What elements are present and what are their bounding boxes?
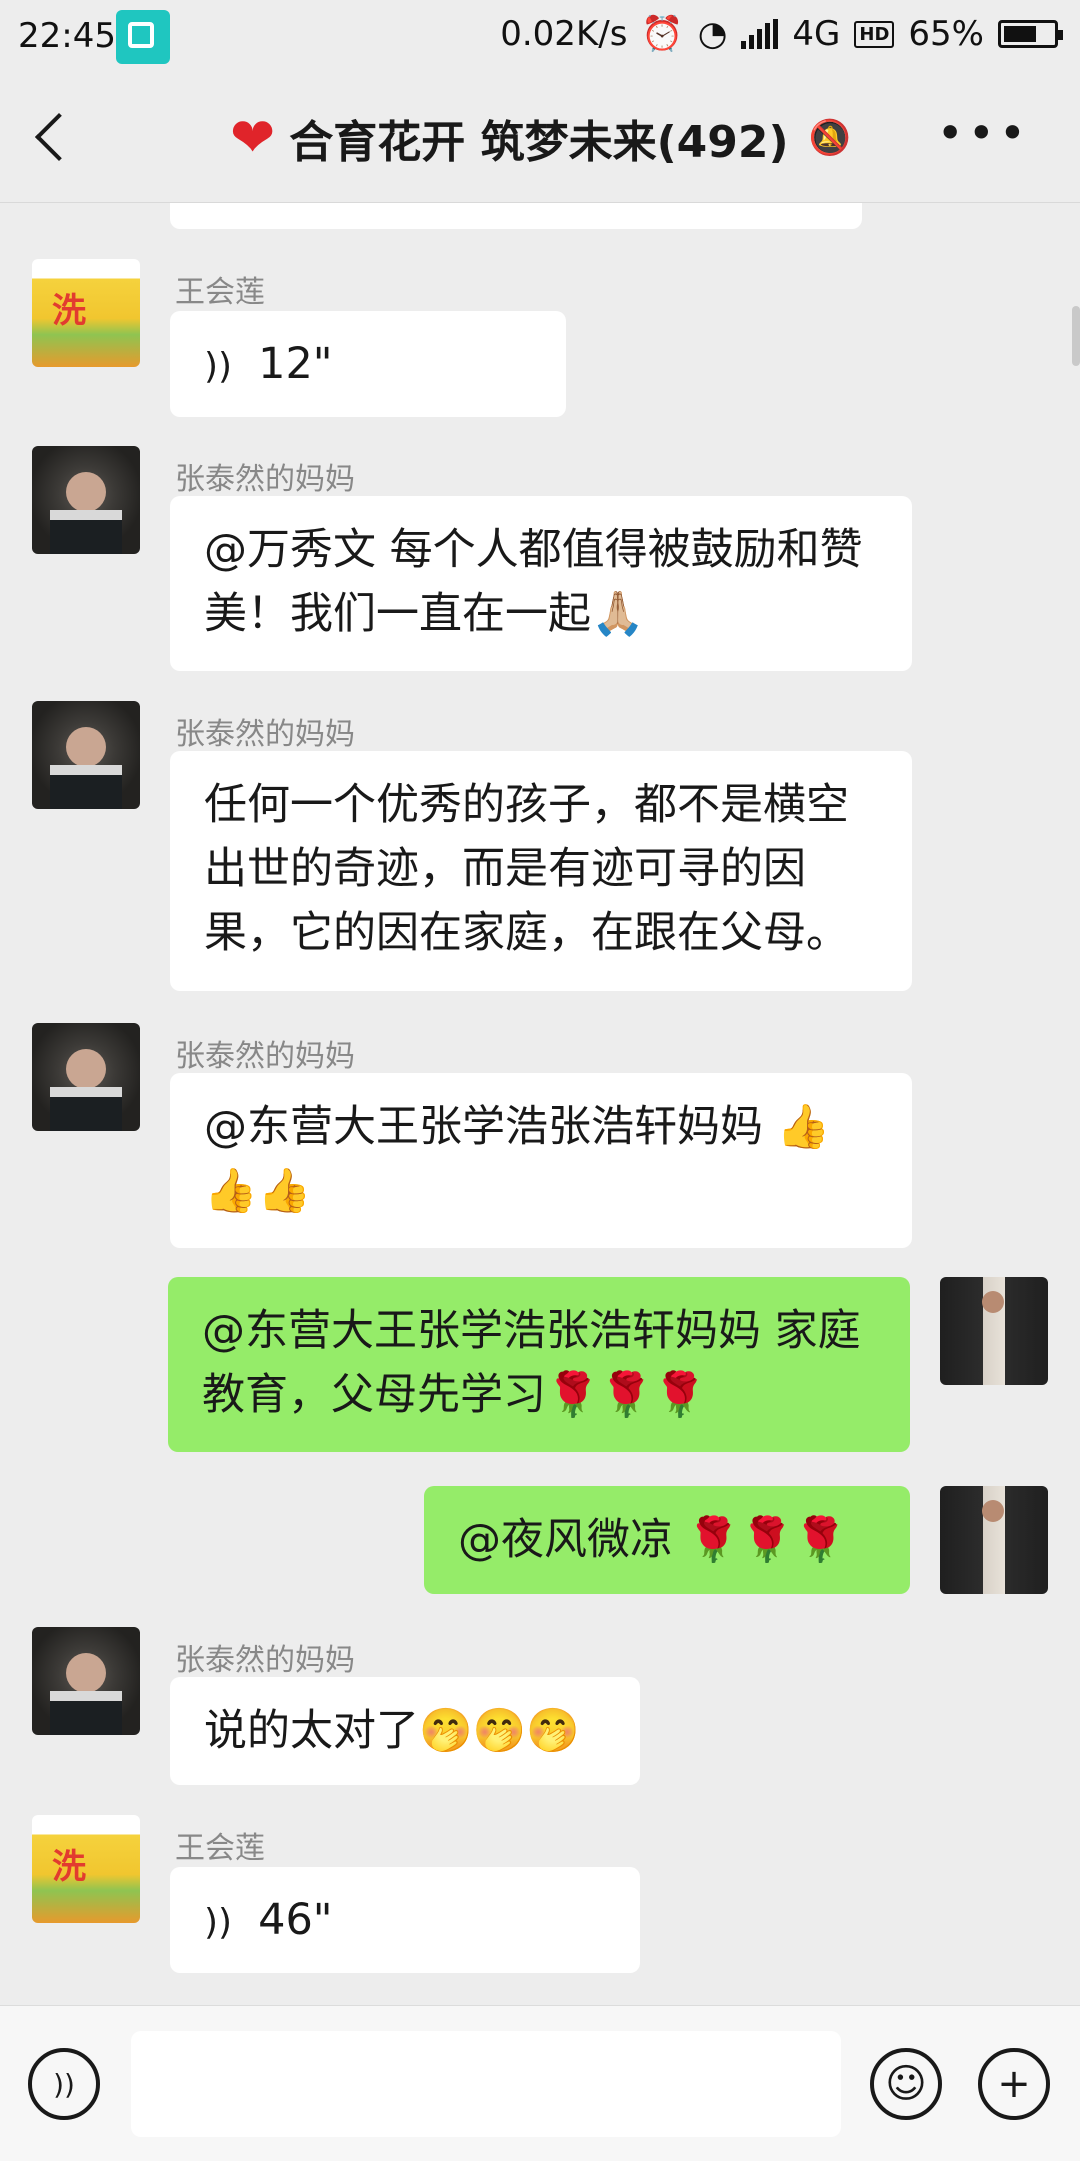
emoji-icon: ☺ [885,2061,927,2107]
battery-percent: 65% [908,14,984,54]
alarm-icon: ⏰ [641,14,684,54]
list-item: 王会莲 )) 46" [0,1815,1080,1985]
message-bubble[interactable]: @万秀文 每个人都值得被鼓励和赞美！我们一直在一起🙏🏼 [170,496,912,671]
signal-icon [741,19,779,49]
avatar[interactable] [32,701,140,809]
list-item: 张泰然的妈妈 说的太对了🤭🤭🤭 [0,1627,1080,1797]
emoji-button[interactable]: ☺ [870,2048,942,2120]
sender-name: 张泰然的妈妈 [175,462,355,497]
my-message-bubble[interactable]: @夜风微凉 🌹🌹🌹 [424,1486,910,1594]
voice-message-bubble[interactable]: )) 12" [170,311,566,417]
status-bar: 22:45 0.02K/s ⏰ ◔ 4G HD 65% [0,0,1080,76]
list-item: 王会莲 )) 12" [0,259,1080,419]
message-bubble[interactable]: 任何一个优秀的孩子，都不是横空出世的奇迹，而是有迹可寻的因果，它的因在家庭，在跟… [170,751,912,991]
plus-button[interactable]: + [978,2048,1050,2120]
list-item: 张泰然的妈妈 @万秀文 每个人都值得被鼓励和赞美！我们一直在一起🙏🏼 [0,446,1080,676]
list-item: 张泰然的妈妈 @东营大王张学浩张浩轩妈妈 👍👍👍 [0,1023,1080,1253]
sender-name: 张泰然的妈妈 [175,1643,355,1678]
input-bar: )) ☺ + [0,2005,1080,2161]
my-message-bubble[interactable]: @东营大王张学浩张浩轩妈妈 家庭教育，父母先学习🌹🌹🌹 [168,1277,910,1452]
voice-message-bubble[interactable]: )) 46" [170,1867,640,1973]
avatar[interactable] [32,1023,140,1131]
status-time: 22:45 [18,16,116,56]
list-item: 张泰然的妈妈 任何一个优秀的孩子，都不是横空出世的奇迹，而是有迹可寻的因果，它的… [0,701,1080,1001]
avatar[interactable] [32,1815,140,1923]
network-speed: 0.02K/s [500,14,628,54]
voice-mode-button[interactable]: )) [28,2048,100,2120]
screenshot-icon [116,10,170,64]
message-bubble[interactable]: 说的太对了🤭🤭🤭 [170,1677,640,1785]
voice-duration: 46" [258,1895,333,1945]
sender-name: 王会莲 [175,1831,265,1866]
message-bubble-partial[interactable] [170,203,862,229]
list-item: @东营大王张学浩张浩轩妈妈 家庭教育，父母先学习🌹🌹🌹 [0,1277,1080,1457]
voice-icon: )) [204,346,233,387]
muted-bell-icon: 🔕 [808,118,851,158]
chat-header: ❤ 合育花开 筑梦未来(492) 🔕 ••• [0,76,1080,203]
message-bubble[interactable]: @东营大王张学浩张浩轩妈妈 👍👍👍 [170,1073,912,1248]
sender-name: 王会莲 [175,275,265,310]
message-input[interactable] [131,2031,841,2137]
status-indicators: 0.02K/s ⏰ ◔ 4G HD 65% [500,14,1063,54]
voice-icon: )) [204,1902,233,1943]
plus-icon: + [997,2061,1031,2107]
battery-icon [998,20,1063,48]
voice-duration: 12" [258,339,333,389]
message-list[interactable]: 王会莲 )) 12" 张泰然的妈妈 @万秀文 每个人都值得被鼓励和赞美！我们一直在… [0,203,1080,2005]
hd-icon: HD [854,20,895,48]
my-avatar[interactable] [940,1486,1048,1594]
back-icon[interactable] [34,112,84,162]
my-avatar[interactable] [940,1277,1048,1385]
list-item: @夜风微凉 🌹🌹🌹 [0,1486,1080,1606]
avatar[interactable] [32,259,140,367]
network-type: 4G [792,14,841,54]
chat-title-group[interactable]: ❤ 合育花开 筑梦未来(492) 🔕 [230,106,851,170]
heart-icon: ❤ [230,106,276,169]
sender-name: 张泰然的妈妈 [175,717,355,752]
avatar[interactable] [32,446,140,554]
avatar[interactable] [32,1627,140,1735]
more-options-icon[interactable]: ••• [937,106,1030,160]
wifi-icon: ◔ [697,14,728,54]
chat-title: 合育花开 筑梦未来(492) [289,117,789,168]
sender-name: 张泰然的妈妈 [175,1039,355,1074]
voice-mode-icon: )) [53,2067,75,2101]
